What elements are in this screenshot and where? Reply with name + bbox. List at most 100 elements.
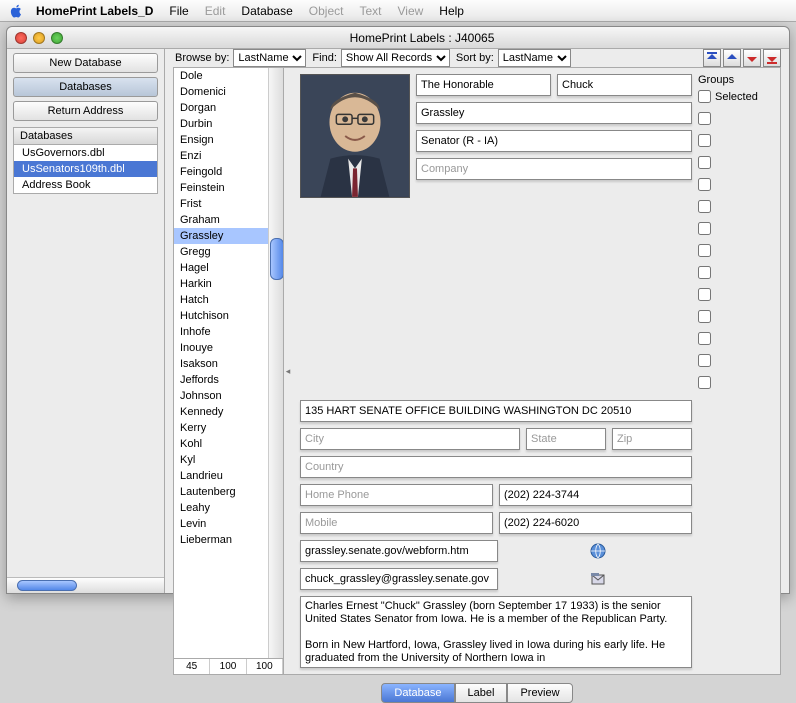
homephone-field[interactable]: Home Phone (300, 484, 493, 506)
country-field[interactable]: Country (300, 456, 692, 478)
group-checkbox-12[interactable] (698, 354, 711, 367)
namelist-item[interactable]: Jeffords (174, 372, 283, 388)
namelist-item[interactable]: Kohl (174, 436, 283, 452)
email-icon[interactable] (504, 570, 692, 588)
namelist-item[interactable]: Feinstein (174, 180, 283, 196)
notes-field[interactable]: Charles Ernest "Chuck" Grassley (born Se… (300, 596, 692, 668)
menu-file[interactable]: File (169, 4, 188, 18)
vscroll-thumb[interactable] (270, 238, 283, 280)
namelist-item[interactable]: Levin (174, 516, 283, 532)
namelist-item[interactable]: Graham (174, 212, 283, 228)
group-checkbox-3[interactable] (698, 156, 711, 169)
tab-preview[interactable]: Preview (507, 683, 572, 703)
menubar: HomePrint Labels_D File Edit Database Ob… (0, 0, 796, 22)
collapse-handle[interactable]: ◂ (284, 68, 292, 674)
namelist-item[interactable]: Isakson (174, 356, 283, 372)
group-checkbox-7[interactable] (698, 244, 711, 257)
zip-field[interactable]: Zip (612, 428, 692, 450)
tab-database[interactable]: Database (381, 683, 454, 703)
menu-help[interactable]: Help (439, 4, 464, 18)
namelist-panel: DoleDomeniciDorganDurbinEnsignEnziFeingo… (174, 68, 284, 674)
namelist-item[interactable]: Landrieu (174, 468, 283, 484)
browse-by-select[interactable]: LastName (233, 49, 306, 67)
web-icon[interactable] (504, 542, 692, 560)
menu-database[interactable]: Database (241, 4, 292, 18)
minimize-button[interactable] (33, 32, 45, 44)
city-field[interactable]: City (300, 428, 520, 450)
groups-panel: Groups Selected (698, 74, 772, 398)
namelist-item[interactable]: Ensign (174, 132, 283, 148)
namelist-item[interactable]: Lieberman (174, 532, 283, 548)
namelist-item[interactable]: Dole (174, 68, 283, 84)
mobile2-field[interactable]: (202) 224-6020 (499, 512, 692, 534)
namelist-item[interactable]: Johnson (174, 388, 283, 404)
main: Browse by: LastName Find: Show All Recor… (165, 49, 789, 593)
namelist[interactable]: DoleDomeniciDorganDurbinEnsignEnziFeingo… (174, 68, 283, 658)
namelist-item[interactable]: Lautenberg (174, 484, 283, 500)
namelist-item[interactable]: Kerry (174, 420, 283, 436)
nav-prev-button[interactable] (723, 49, 741, 67)
nav-first-button[interactable] (703, 49, 721, 67)
namelist-vscroll[interactable] (268, 68, 283, 658)
namelist-item[interactable]: Kennedy (174, 404, 283, 420)
group-checkbox-4[interactable] (698, 178, 711, 191)
new-database-button[interactable]: New Database (13, 53, 158, 73)
firstname-field[interactable]: Chuck (557, 74, 692, 96)
namelist-item[interactable]: Kyl (174, 452, 283, 468)
databases-button[interactable]: Databases (13, 77, 158, 97)
nav-last-button[interactable] (763, 49, 781, 67)
title-field[interactable]: Senator (R - IA) (416, 130, 692, 152)
namelist-item[interactable]: Hagel (174, 260, 283, 276)
namelist-item[interactable]: Grassley (174, 228, 283, 244)
menu-edit: Edit (205, 4, 226, 18)
return-address-button[interactable]: Return Address (13, 101, 158, 121)
phone2-field[interactable]: (202) 224-3744 (499, 484, 692, 506)
namelist-item[interactable]: Inouye (174, 340, 283, 356)
namelist-item[interactable]: Enzi (174, 148, 283, 164)
group-selected-checkbox[interactable] (698, 90, 711, 103)
window-title: HomePrint Labels : J40065 (63, 31, 781, 45)
group-checkbox-9[interactable] (698, 288, 711, 301)
tab-label[interactable]: Label (455, 683, 508, 703)
namelist-item[interactable]: Inhofe (174, 324, 283, 340)
namelist-item[interactable]: Hutchison (174, 308, 283, 324)
namelist-item[interactable]: Hatch (174, 292, 283, 308)
namelist-item[interactable]: Feingold (174, 164, 283, 180)
namelist-item[interactable]: Frist (174, 196, 283, 212)
group-checkbox-6[interactable] (698, 222, 711, 235)
web-field[interactable]: grassley.senate.gov/webform.htm (300, 540, 498, 562)
namelist-item[interactable]: Leahy (174, 500, 283, 516)
titlebar[interactable]: HomePrint Labels : J40065 (7, 27, 789, 49)
group-checkbox-5[interactable] (698, 200, 711, 213)
namelist-item[interactable]: Gregg (174, 244, 283, 260)
group-checkbox-1[interactable] (698, 112, 711, 125)
group-checkbox-11[interactable] (698, 332, 711, 345)
email-field[interactable]: chuck_grassley@grassley.senate.gov (300, 568, 498, 590)
group-checkbox-13[interactable] (698, 376, 711, 389)
db-item-addressbook[interactable]: Address Book (14, 177, 157, 193)
company-field[interactable]: Company (416, 158, 692, 180)
group-checkbox-10[interactable] (698, 310, 711, 323)
zoom-button[interactable] (51, 32, 63, 44)
close-button[interactable] (15, 32, 27, 44)
lastname-field[interactable]: Grassley (416, 102, 692, 124)
address-field[interactable]: 135 HART SENATE OFFICE BUILDING WASHINGT… (300, 400, 692, 422)
namelist-item[interactable]: Harkin (174, 276, 283, 292)
prefix-field[interactable]: The Honorable (416, 74, 551, 96)
hscroll-thumb[interactable] (17, 580, 77, 591)
namelist-item[interactable]: Domenici (174, 84, 283, 100)
nav-next-button[interactable] (743, 49, 761, 67)
group-checkbox-2[interactable] (698, 134, 711, 147)
db-item-senators[interactable]: UsSenators109th.dbl (14, 161, 157, 177)
state-field[interactable]: State (526, 428, 606, 450)
sort-by-select[interactable]: LastName (498, 49, 571, 67)
sidebar-hscroll[interactable] (7, 577, 164, 593)
namelist-item[interactable]: Durbin (174, 116, 283, 132)
menu-app-name[interactable]: HomePrint Labels_D (36, 4, 153, 18)
group-checkbox-8[interactable] (698, 266, 711, 279)
mobile-field[interactable]: Mobile (300, 512, 493, 534)
photo[interactable] (300, 74, 410, 198)
namelist-item[interactable]: Dorgan (174, 100, 283, 116)
db-item-governors[interactable]: UsGovernors.dbl (14, 145, 157, 161)
find-select[interactable]: Show All Records (341, 49, 450, 67)
